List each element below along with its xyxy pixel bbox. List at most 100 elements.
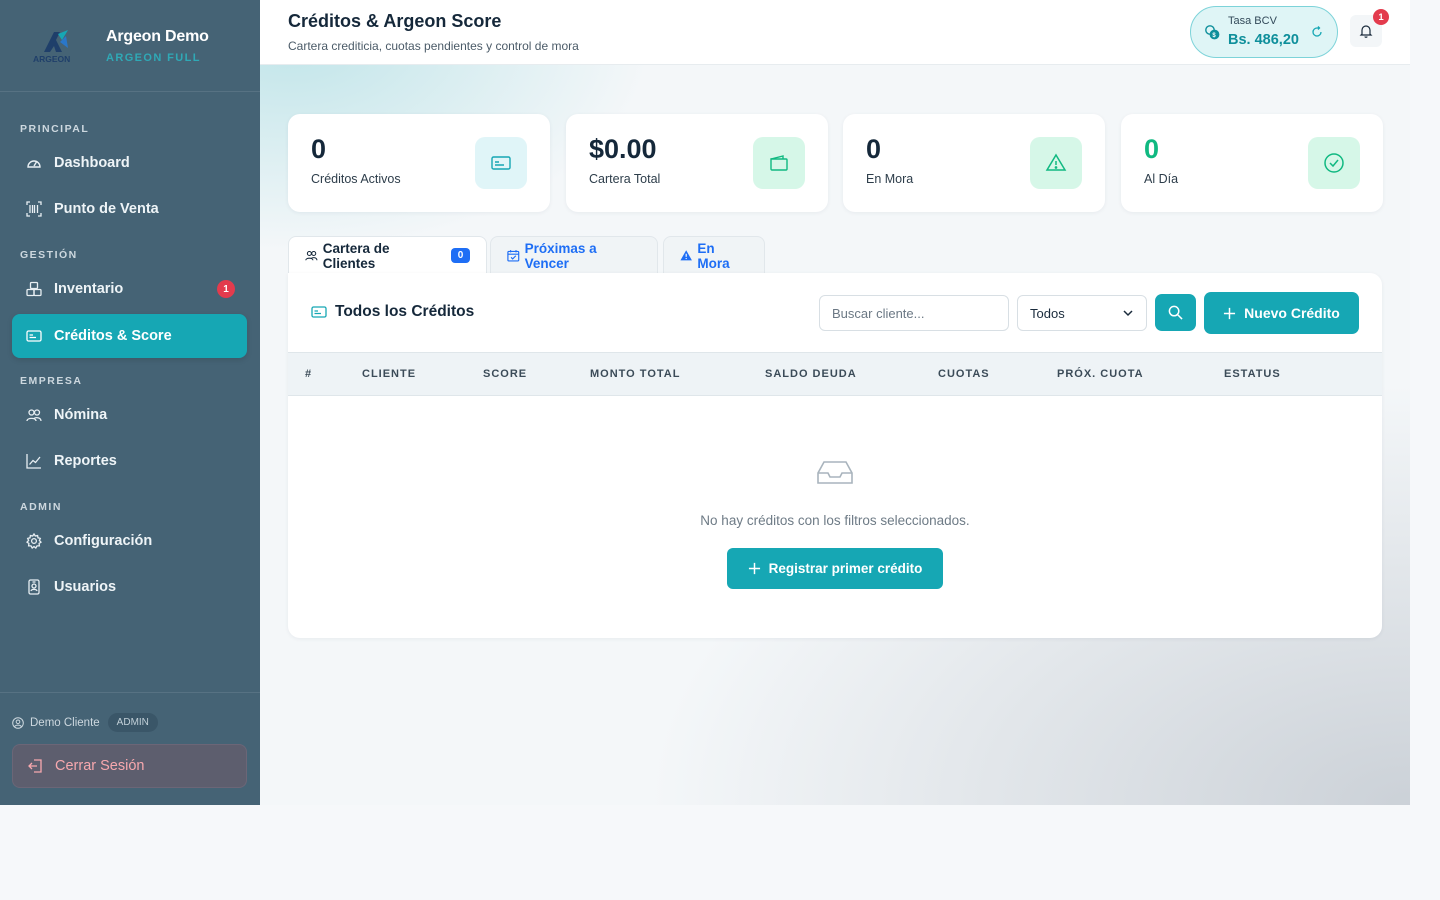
stat-value: 0 — [866, 134, 882, 164]
register-first-credit-button[interactable]: Registrar primer crédito — [727, 548, 943, 589]
section-label-empresa: EMPRESA — [20, 375, 83, 387]
credits-panel: Todos los Créditos Todos Nuevo Crédito #… — [288, 273, 1382, 638]
sidebar-item-dashboard[interactable]: Dashboard — [12, 141, 247, 185]
plus-icon — [748, 562, 760, 575]
wallet-icon — [753, 137, 805, 189]
search-button[interactable] — [1155, 294, 1196, 331]
boxes-icon — [26, 281, 42, 297]
sidebar-item-label: Reportes — [54, 453, 117, 469]
user-circle-icon — [12, 716, 24, 729]
refresh-icon[interactable] — [1311, 25, 1323, 43]
empty-state-text: No hay créditos con los filtros seleccio… — [700, 513, 970, 528]
chevron-down-icon — [1122, 307, 1134, 322]
sidebar-item-inventario[interactable]: Inventario 1 — [12, 267, 247, 311]
logout-label: Cerrar Sesión — [55, 758, 145, 774]
gear-icon — [26, 533, 42, 549]
sidebar-item-reportes[interactable]: Reportes — [12, 439, 247, 483]
sidebar-item-creditos-score[interactable]: Créditos & Score — [12, 314, 247, 358]
rate-label: Tasa BCV — [1228, 15, 1277, 27]
plus-icon — [1224, 307, 1236, 319]
brand-plan: ARGEON FULL — [106, 51, 201, 64]
new-credit-label: Nuevo Crédito — [1244, 305, 1340, 321]
svg-text:ARGEON: ARGEON — [33, 54, 70, 64]
status-filter-select[interactable]: Todos — [1017, 295, 1147, 331]
sidebar-footer: Demo Cliente ADMIN Cerrar Sesión — [0, 692, 260, 788]
sidebar: ARGEON Argeon Demo ARGEON FULL PRINCIPAL… — [0, 0, 260, 805]
column-header: MONTO TOTAL — [590, 368, 681, 380]
warning-icon — [1030, 137, 1082, 189]
panel-title-text: Todos los Créditos — [335, 303, 475, 320]
stat-label: Cartera Total — [589, 172, 661, 186]
register-first-credit-label: Registrar primer crédito — [768, 561, 923, 576]
new-credit-button[interactable]: Nuevo Crédito — [1204, 292, 1359, 334]
sidebar-item-label: Créditos & Score — [54, 328, 172, 344]
inventory-badge: 1 — [217, 280, 235, 298]
table-header: # CLIENTE SCORE MONTO TOTAL SALDO DEUDA … — [288, 352, 1382, 396]
sidebar-item-label: Configuración — [54, 533, 153, 549]
tab-label: Cartera de Clientes — [322, 240, 390, 271]
notification-badge: 1 — [1373, 9, 1389, 25]
exchange-rate-widget[interactable]: $ Tasa BCV Bs. 486,20 — [1190, 6, 1338, 58]
tab-label: En Mora — [697, 240, 730, 271]
main-content: Créditos & Argeon Score Cartera creditic… — [260, 0, 1410, 805]
tab-label: Próximas a Vencer — [524, 240, 597, 271]
sidebar-item-label: Usuarios — [54, 579, 117, 595]
user-name: Demo Cliente — [30, 716, 100, 729]
sidebar-item-nomina[interactable]: Nómina — [12, 393, 247, 437]
stat-label: Al Día — [1144, 172, 1179, 186]
calendar-check-icon — [507, 250, 520, 262]
stat-value: 0 — [311, 134, 327, 164]
inbox-icon — [816, 458, 854, 491]
stat-value: $0.00 — [589, 134, 657, 164]
warning-icon — [680, 250, 692, 261]
person-badge-icon — [26, 579, 42, 595]
chart-line-icon — [26, 453, 42, 469]
panel-title: Todos los Créditos — [311, 303, 474, 321]
credit-card-icon — [311, 306, 327, 318]
section-label-admin: ADMIN — [20, 501, 62, 513]
page-subtitle: Cartera crediticia, cuotas pendientes y … — [288, 39, 579, 53]
tab-en-mora[interactable]: En Mora — [663, 236, 765, 274]
sidebar-item-usuarios[interactable]: Usuarios — [12, 565, 247, 609]
barcode-icon — [26, 201, 42, 217]
check-circle-icon — [1308, 137, 1360, 189]
stat-value: 0 — [1144, 134, 1160, 164]
people-icon — [305, 251, 318, 261]
column-header: CLIENTE — [362, 368, 417, 380]
logo-icon: ARGEON — [33, 29, 70, 64]
brand: ARGEON Argeon Demo ARGEON FULL — [0, 0, 260, 92]
stat-card-creditos-activos: 0 Créditos Activos — [288, 114, 550, 212]
column-header: SCORE — [483, 368, 528, 380]
user-info: Demo Cliente ADMIN — [12, 713, 158, 732]
section-label-gestion: GESTIÓN — [20, 249, 78, 261]
logout-button[interactable]: Cerrar Sesión — [12, 744, 247, 788]
rate-value: Bs. 486,20 — [1228, 32, 1299, 48]
stat-card-al-dia: 0 Al Día — [1121, 114, 1383, 212]
bell-icon — [1359, 25, 1373, 38]
search-input[interactable] — [819, 295, 1009, 331]
tab-cartera-de-clientes[interactable]: Cartera de Clientes 0 — [288, 236, 487, 274]
logout-icon — [28, 759, 42, 773]
brand-logo[interactable]: ARGEON — [32, 26, 84, 66]
sidebar-item-label: Inventario — [54, 281, 124, 297]
sidebar-item-label: Dashboard — [54, 155, 130, 171]
stat-card-cartera-total: $0.00 Cartera Total — [566, 114, 828, 212]
column-header: ESTATUS — [1224, 368, 1281, 380]
column-header: PRÓX. CUOTA — [1057, 368, 1144, 380]
tab-count-badge: 0 — [451, 248, 470, 263]
sidebar-item-configuracion[interactable]: Configuración — [12, 519, 247, 563]
gauge-icon — [26, 155, 42, 171]
status-filter-value: Todos — [1030, 305, 1065, 321]
sidebar-item-punto-de-venta[interactable]: Punto de Venta — [12, 187, 247, 231]
stat-card-en-mora: 0 En Mora — [843, 114, 1105, 212]
stat-label: En Mora — [866, 172, 914, 186]
column-header: # — [305, 368, 313, 380]
stat-label: Créditos Activos — [311, 172, 401, 186]
topbar: Créditos & Argeon Score Cartera creditic… — [260, 0, 1410, 65]
column-header: SALDO DEUDA — [765, 368, 857, 380]
section-label-principal: PRINCIPAL — [20, 123, 90, 135]
tab-proximas-a-vencer[interactable]: Próximas a Vencer — [490, 236, 658, 274]
brand-name: Argeon Demo — [106, 27, 209, 45]
page-title: Créditos & Argeon Score — [288, 11, 502, 31]
sidebar-item-label: Punto de Venta — [54, 201, 159, 217]
